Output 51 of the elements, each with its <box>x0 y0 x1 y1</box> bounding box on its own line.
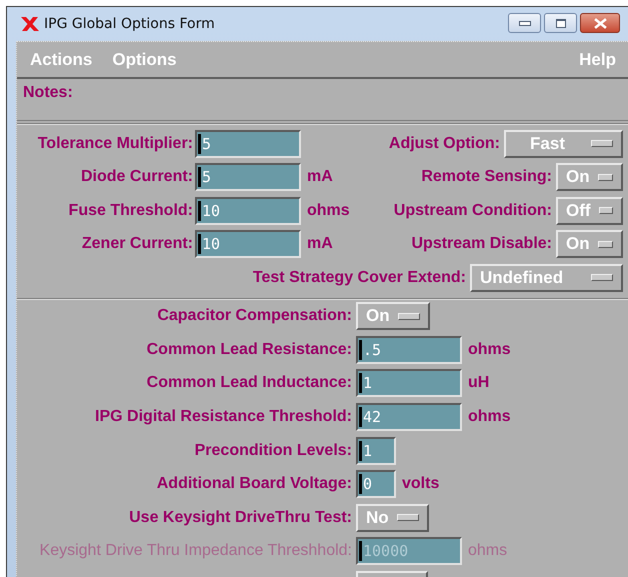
field-label: Upstream Condition: <box>394 202 552 220</box>
menu-item[interactable]: Options <box>112 50 177 70</box>
option-menu[interactable]: On <box>556 163 623 192</box>
field-label: Use Keysight DriveThru Test: <box>129 508 352 526</box>
x-logo-icon <box>20 16 40 32</box>
option-menu[interactable]: On <box>356 302 430 330</box>
field-label: Test Strategy Cover Extend: <box>252 268 466 287</box>
option-menu[interactable]: No <box>356 504 429 532</box>
unit-label: mA <box>307 168 333 186</box>
field-label: Precondition Levels: <box>194 442 352 459</box>
unit-label: volts <box>402 475 440 494</box>
option-menu[interactable]: On <box>556 230 623 258</box>
input-field[interactable]: .5 <box>356 336 462 364</box>
field-label: Zener Current: <box>82 235 193 252</box>
unit-label: ohms <box>468 542 508 560</box>
field-label: Remote Sensing: <box>421 168 552 186</box>
field-label: Keysight Drive Thru Impedance Threshhold: <box>40 542 352 560</box>
close-icon <box>594 18 606 28</box>
field-label: Common Lead Resistance: <box>146 340 352 358</box>
field-label: IPG Digital Resistance Threshold: <box>95 408 352 426</box>
input-field[interactable]: 0 <box>356 470 396 498</box>
option-menu[interactable]: Fast <box>504 130 623 158</box>
unit-label: ohms <box>468 340 511 359</box>
input-field[interactable]: 10 <box>195 230 301 258</box>
maximize-button[interactable] <box>544 13 577 33</box>
input-field[interactable]: 1 <box>356 369 462 398</box>
field-label: Capacitor Compensation: <box>157 307 352 324</box>
option-menu[interactable]: Undefined <box>470 264 623 292</box>
field-label: Diode Current: <box>81 168 193 186</box>
unit-label: uH <box>468 374 490 392</box>
close-button[interactable] <box>580 13 620 33</box>
input-field[interactable]: 5 <box>195 130 301 158</box>
option-menu[interactable]: Off <box>556 196 623 225</box>
field-label: Common Lead Inductance: <box>146 374 352 392</box>
window-title: IPG Global Options Form <box>44 16 215 32</box>
menu-item[interactable]: Help <box>579 50 616 70</box>
field-label: Additional Board Voltage: <box>156 475 352 492</box>
menu-item[interactable]: Actions <box>30 50 92 70</box>
field-label: Upstream Disable: <box>412 235 552 254</box>
minimize-button[interactable] <box>508 13 541 33</box>
unit-label: mA <box>307 235 333 252</box>
unit-label: ohms <box>307 202 350 219</box>
unit-label: ohms <box>468 408 511 426</box>
input-field[interactable]: 42 <box>356 403 462 432</box>
input-field[interactable]: 1 <box>356 436 396 465</box>
field-label: Fuse Threshold: <box>68 202 193 219</box>
field-label: Adjust Option: <box>388 134 500 153</box>
notes-label: Notes: <box>23 84 73 101</box>
input-field[interactable]: 5 <box>195 163 301 192</box>
field-label: Tolerance Multiplier: <box>38 134 193 152</box>
input-field[interactable]: 10 <box>195 196 301 225</box>
